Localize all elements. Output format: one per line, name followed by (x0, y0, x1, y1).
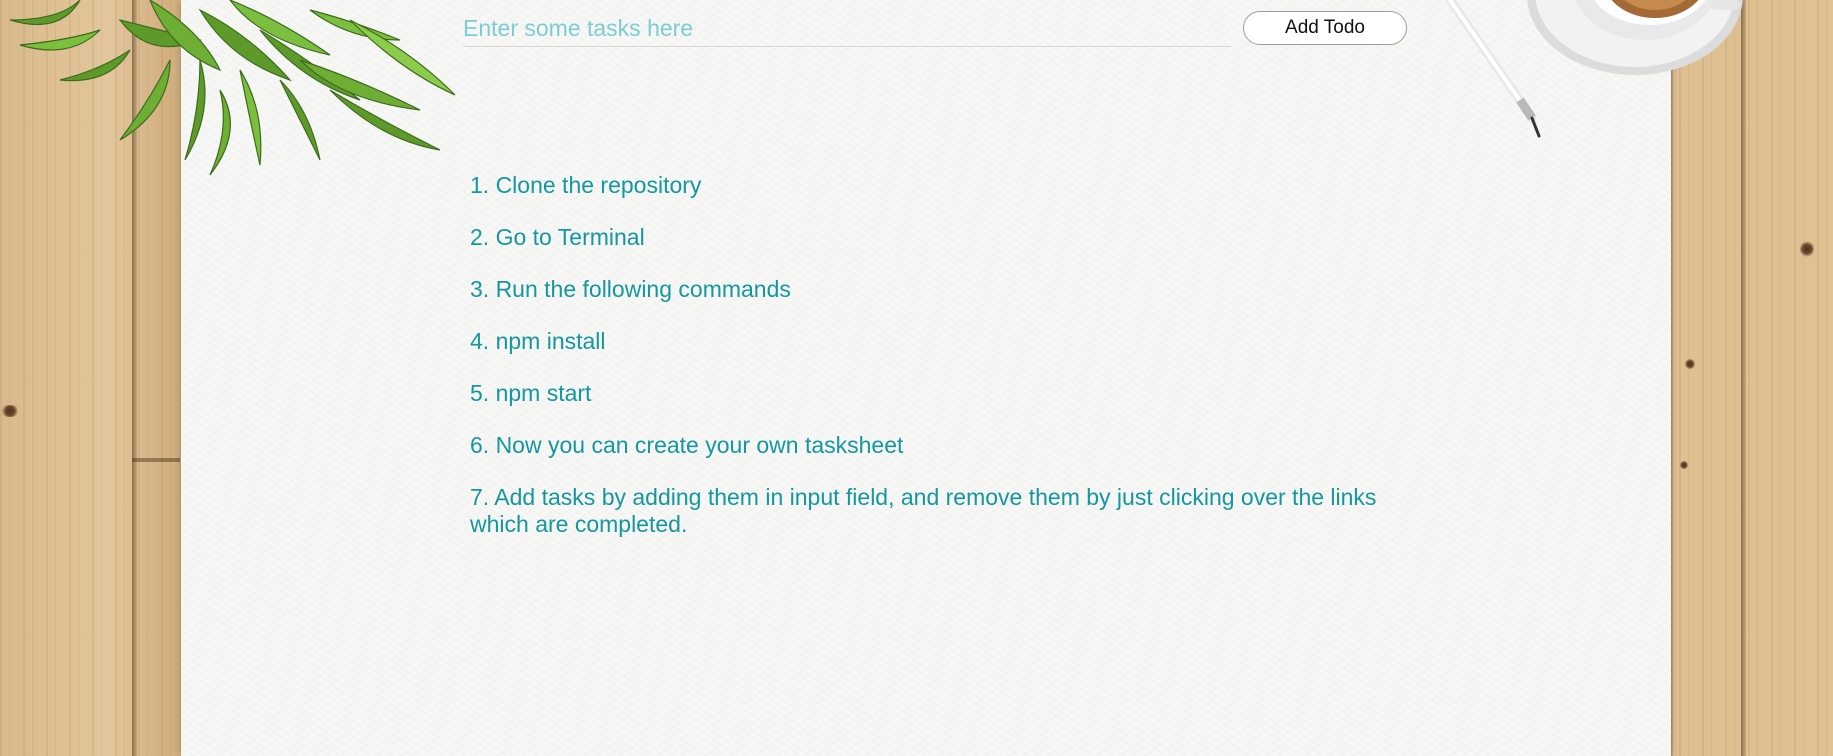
task-input[interactable] (463, 10, 1231, 47)
task-item[interactable]: 2. Go to Terminal (470, 224, 1390, 251)
task-item[interactable]: 1. Clone the repository (470, 172, 1390, 199)
plank-seam (132, 0, 137, 756)
add-todo-form: Add Todo (463, 10, 1407, 50)
task-list: 1. Clone the repository 2. Go to Termina… (470, 172, 1390, 563)
wood-knot (0, 405, 20, 417)
wood-knot (1680, 460, 1688, 470)
task-item[interactable]: 3. Run the following commands (470, 276, 1390, 303)
wood-knot (1800, 240, 1814, 258)
plank-seam (1741, 0, 1746, 756)
task-item[interactable]: 7. Add tasks by adding them in input fie… (470, 484, 1390, 538)
wood-knot (1685, 358, 1695, 370)
task-item[interactable]: 4. npm install (470, 328, 1390, 355)
task-item[interactable]: 6. Now you can create your own tasksheet (470, 432, 1390, 459)
task-item[interactable]: 5. npm start (470, 380, 1390, 407)
plank-break (132, 458, 180, 462)
add-todo-button[interactable]: Add Todo (1243, 11, 1407, 45)
